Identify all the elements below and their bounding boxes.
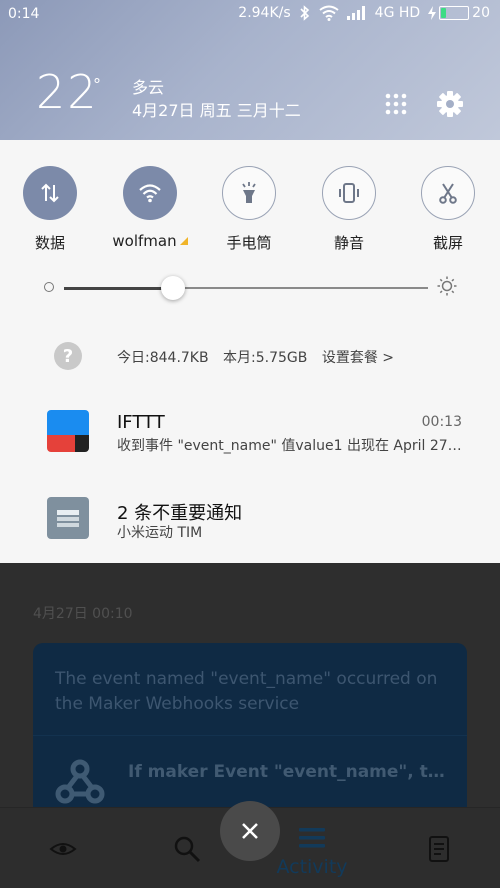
toggle-label: 手电筒 <box>226 234 272 252</box>
card-divider <box>33 735 467 736</box>
brightness-fill <box>64 286 173 290</box>
flashlight-icon <box>222 166 276 220</box>
bluetooth-icon <box>299 5 311 21</box>
toggle-label: 数据 <box>34 234 65 252</box>
close-shade-button[interactable] <box>220 801 280 861</box>
toggle-label: 静音 <box>333 234 364 252</box>
brightness-low-icon <box>44 282 54 292</box>
data-usage-row[interactable]: ? 今日:844.7KB 本月:5.75GB 设置套餐 > <box>0 340 500 372</box>
net-speed: 2.94K/s <box>238 5 291 21</box>
applet-text: If maker Event "event_name", then send a… <box>128 762 448 782</box>
notification-group-icon <box>47 497 89 539</box>
signal-icon <box>346 6 367 20</box>
search-icon[interactable] <box>172 834 202 864</box>
eye-icon[interactable] <box>48 834 78 864</box>
toggle-screenshot[interactable]: 截屏 <box>403 166 493 253</box>
brightness-track[interactable] <box>64 276 428 300</box>
notification-body: 收到事件 "event_name" 值value1 出现在 April 27, … <box>117 438 465 454</box>
vibrate-icon <box>322 166 376 220</box>
date-label: 4月27日 周五 三月十二 <box>132 101 301 120</box>
quick-settings-panel: 数据 wolfman 手电筒 静音 截屏 ? 今日:844.7KB 本月:5.7… <box>0 140 500 563</box>
status-time: 0:14 <box>8 6 40 22</box>
webhooks-icon <box>53 755 107 809</box>
activity-icon <box>299 828 325 848</box>
document-icon[interactable] <box>424 834 454 864</box>
data-today: 今日:844.7KB <box>117 350 209 366</box>
status-bar: 0:14 2.94K/s 4G HD 20 <box>0 0 500 30</box>
activity-card[interactable]: The event named "event_name" occurred on… <box>33 643 467 823</box>
brightness-knob[interactable] <box>161 276 185 300</box>
battery-level: 20 <box>472 5 490 21</box>
data-month: 本月:5.75GB <box>223 350 308 366</box>
network-type: 4G HD <box>374 5 421 21</box>
activity-date: 4月27日 00:10 <box>33 606 133 622</box>
set-plan-link[interactable]: 设置套餐 > <box>322 350 394 366</box>
question-icon: ? <box>54 342 82 370</box>
data-arrows-icon <box>23 166 77 220</box>
temperature: 22 <box>36 65 99 119</box>
nav-activity[interactable]: Activity <box>272 826 352 878</box>
wifi-status-icon <box>319 5 339 21</box>
scissors-icon <box>421 166 475 220</box>
notification-time: 00:13 <box>421 414 462 430</box>
battery-indicator: 20 <box>428 5 490 21</box>
toggle-label: 截屏 <box>432 234 463 252</box>
toggle-mute[interactable]: 静音 <box>304 166 394 253</box>
nav-activity-label: Activity <box>276 856 348 878</box>
toggle-data[interactable]: 数据 <box>5 166 95 253</box>
notification-ifttt[interactable]: IFTTT 00:13 收到事件 "event_name" 值value1 出现… <box>0 410 500 474</box>
dropdown-triangle-icon <box>179 237 188 245</box>
brightness-slider[interactable] <box>0 276 500 304</box>
grid-icon[interactable] <box>384 92 408 116</box>
activity-card-text: The event named "event_name" occurred on… <box>55 669 438 714</box>
notification-body: 小米运动 TIM <box>117 525 203 541</box>
close-icon <box>242 823 258 839</box>
gear-icon[interactable] <box>436 90 464 118</box>
battery-icon <box>439 6 470 20</box>
notification-shade-header: 0:14 2.94K/s 4G HD 20 22 ° 多云 4月27日 周五 三… <box>0 0 500 140</box>
toggle-label: wolfman <box>105 232 195 250</box>
ifttt-app-icon <box>47 410 89 452</box>
degree-symbol: ° <box>93 75 101 94</box>
brightness-high-icon <box>437 276 457 296</box>
wifi-icon <box>123 166 177 220</box>
charging-icon <box>428 6 437 20</box>
toggle-wifi[interactable]: wolfman <box>105 166 195 250</box>
toggle-flashlight[interactable]: 手电筒 <box>204 166 294 253</box>
notification-title: IFTTT <box>117 412 165 433</box>
notification-unimportant[interactable]: 2 条不重要通知 小米运动 TIM <box>0 497 500 561</box>
weather-condition: 多云 <box>132 78 165 97</box>
